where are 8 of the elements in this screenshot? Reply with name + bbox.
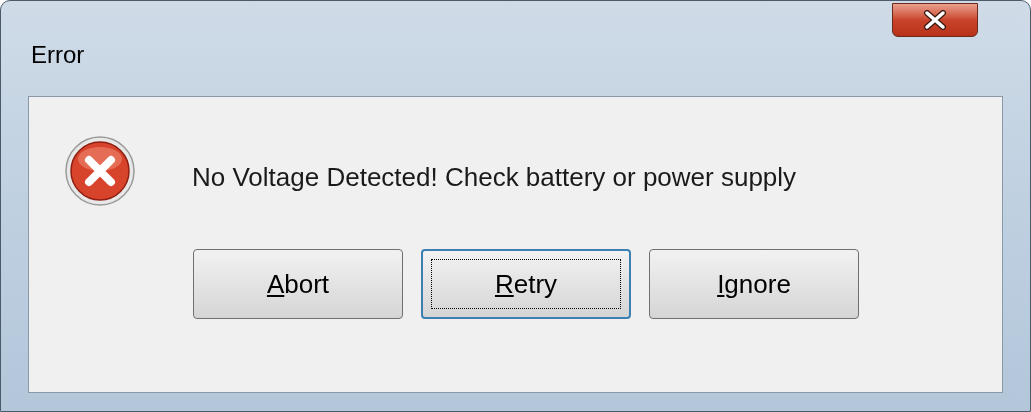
- dialog-button[interactable]: Abort: [193, 249, 403, 319]
- window-title: Error: [31, 40, 85, 70]
- dialog-button[interactable]: Retry: [421, 249, 631, 319]
- dialog-button[interactable]: Ignore: [649, 249, 859, 319]
- error-message: No Voltage Detected! Check battery or power supply: [192, 161, 797, 194]
- close-icon: [923, 10, 947, 30]
- error-icon: [64, 135, 136, 207]
- close-button[interactable]: [892, 3, 978, 37]
